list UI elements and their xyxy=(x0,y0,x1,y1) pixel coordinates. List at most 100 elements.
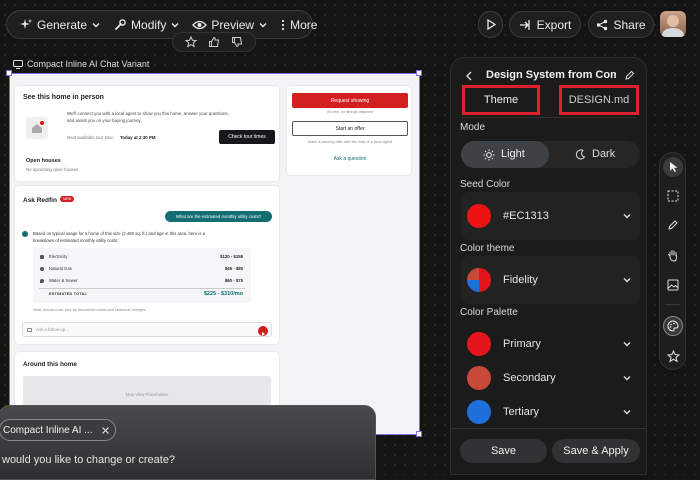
map-placeholder-text: Map View Placeholder xyxy=(125,392,169,397)
palette-name: Tertiary xyxy=(503,406,540,418)
frame-tool[interactable] xyxy=(663,186,683,206)
theme-tool[interactable] xyxy=(663,316,683,336)
chat-prompt-input[interactable]: would you like to change or create? xyxy=(2,454,175,466)
star-icon[interactable] xyxy=(184,36,197,48)
chevron-down-icon xyxy=(623,410,631,415)
reaction-bar xyxy=(172,32,256,52)
actions-card: Request showing It's free, no strings at… xyxy=(287,86,411,175)
export-button[interactable]: Export xyxy=(509,11,581,38)
generate-menu[interactable]: Generate xyxy=(13,11,107,38)
total-value: $225 - $310/mo xyxy=(203,291,243,297)
mode-label: Mode xyxy=(460,122,486,133)
send-button[interactable] xyxy=(258,325,268,336)
chevron-down-icon xyxy=(259,22,267,27)
panel-title: Design System from Compa xyxy=(486,69,616,81)
resize-handle[interactable] xyxy=(6,70,12,76)
tertiary-swatch xyxy=(467,400,491,424)
more-label: More xyxy=(290,17,318,32)
thumbs-up-icon[interactable] xyxy=(208,36,220,48)
utility-name: Water & Sewer xyxy=(49,278,78,283)
hand-icon xyxy=(668,249,678,262)
tab-divider xyxy=(462,117,637,118)
design-system-panel: Design System from Compa Theme DESIGN.md… xyxy=(450,57,647,475)
chevron-down-icon xyxy=(623,342,631,347)
design-frame[interactable]: See this home in person We'll connect yo… xyxy=(9,73,420,435)
resize-handle[interactable] xyxy=(416,431,422,437)
pen-tool[interactable] xyxy=(663,215,683,235)
palette-primary[interactable]: Primary xyxy=(461,329,640,359)
user-avatar[interactable] xyxy=(660,11,686,37)
export-label: Export xyxy=(536,17,572,32)
frame-label[interactable]: Compact Inline AI Chat Variant xyxy=(13,59,149,69)
utility-name: Natural Gas xyxy=(49,266,72,271)
resize-handle[interactable] xyxy=(416,70,422,76)
more-menu[interactable]: More xyxy=(274,11,323,38)
color-theme-select[interactable]: Fidelity xyxy=(461,256,640,304)
sun-icon xyxy=(483,149,495,161)
palette-secondary[interactable]: Secondary xyxy=(461,363,640,393)
tab-design-md[interactable]: DESIGN.md xyxy=(559,85,639,115)
tab-theme[interactable]: Theme xyxy=(462,85,540,115)
seed-color-value: #EC1313 xyxy=(503,210,549,222)
dark-label: Dark xyxy=(592,148,616,160)
image-tool[interactable] xyxy=(663,275,683,295)
next-tour-prefix: Next available tour time: xyxy=(67,135,115,140)
user-message: What are the estimated monthly utility c… xyxy=(165,211,272,222)
share-label: Share xyxy=(613,17,646,32)
around-home-title: Around this home xyxy=(23,361,77,368)
followup-input[interactable]: Ask a follow-up... xyxy=(22,322,272,337)
palette-name: Primary xyxy=(503,338,541,350)
share-button[interactable]: Share xyxy=(588,11,654,38)
footer-divider xyxy=(451,428,646,429)
answer-line-2: breakdown of estimated monthly utility c… xyxy=(33,238,119,243)
play-button[interactable] xyxy=(478,11,503,38)
see-home-card: See this home in person We'll connect yo… xyxy=(15,86,279,181)
edit-pencil-icon[interactable] xyxy=(624,70,635,81)
seed-color-label: Seed Color xyxy=(460,179,511,190)
send-icon xyxy=(262,331,265,336)
thumbs-down-icon[interactable] xyxy=(231,36,243,48)
more-vertical-icon xyxy=(281,19,285,30)
chat-icon xyxy=(27,328,32,332)
hand-tool[interactable] xyxy=(663,245,683,265)
utility-range: $45 - $80 xyxy=(224,266,243,271)
utility-range: $60 - $75 xyxy=(224,278,243,283)
ask-redfin-card: Ask Redfin NEW What are the estimated mo… xyxy=(15,186,279,344)
wrench-icon xyxy=(115,18,126,30)
seed-color-select[interactable]: #EC1313 xyxy=(461,192,640,240)
dark-mode-option[interactable]: Dark xyxy=(551,141,640,168)
save-button[interactable]: Save xyxy=(460,439,547,463)
utility-name: Electricity xyxy=(49,254,68,259)
secondary-swatch xyxy=(467,366,491,390)
close-icon[interactable] xyxy=(101,426,110,435)
request-showing-button[interactable]: Request showing xyxy=(292,93,408,108)
pencil-icon xyxy=(668,220,678,230)
eye-icon xyxy=(192,20,208,29)
share-icon xyxy=(597,19,608,30)
palette-name: Secondary xyxy=(503,372,556,384)
favorite-tool[interactable] xyxy=(663,346,683,366)
check-tour-button[interactable]: Check tour times xyxy=(219,130,275,144)
chevron-down-icon xyxy=(623,214,631,219)
play-icon xyxy=(486,19,496,30)
export-icon xyxy=(519,19,530,30)
back-arrow-icon[interactable] xyxy=(465,71,473,81)
new-badge: NEW xyxy=(60,196,75,202)
light-mode-option[interactable]: Light xyxy=(461,141,549,168)
cursor-icon xyxy=(669,162,677,172)
total-label: ESTIMATED TOTAL xyxy=(49,292,88,296)
followup-placeholder: Ask a follow-up... xyxy=(36,327,69,332)
palette-icon xyxy=(667,320,679,332)
context-chip[interactable]: Compact Inline AI ... xyxy=(0,419,116,441)
assistant-avatar xyxy=(22,231,28,237)
frame-icon xyxy=(13,59,23,69)
palette-tertiary[interactable]: Tertiary xyxy=(461,397,640,427)
select-tool[interactable] xyxy=(663,157,683,177)
offer-note: Make a winning offer with the help of a … xyxy=(307,140,393,144)
house-icon xyxy=(26,117,48,139)
ask-question-link[interactable]: Ask a question xyxy=(292,156,408,162)
utility-table: Electricity $120 - $155 Natural Gas $45 … xyxy=(33,248,251,303)
no-open-houses: No upcoming open houses. xyxy=(26,167,80,172)
save-apply-button[interactable]: Save & Apply xyxy=(552,439,640,463)
start-offer-button[interactable]: Start an offer xyxy=(292,121,408,136)
